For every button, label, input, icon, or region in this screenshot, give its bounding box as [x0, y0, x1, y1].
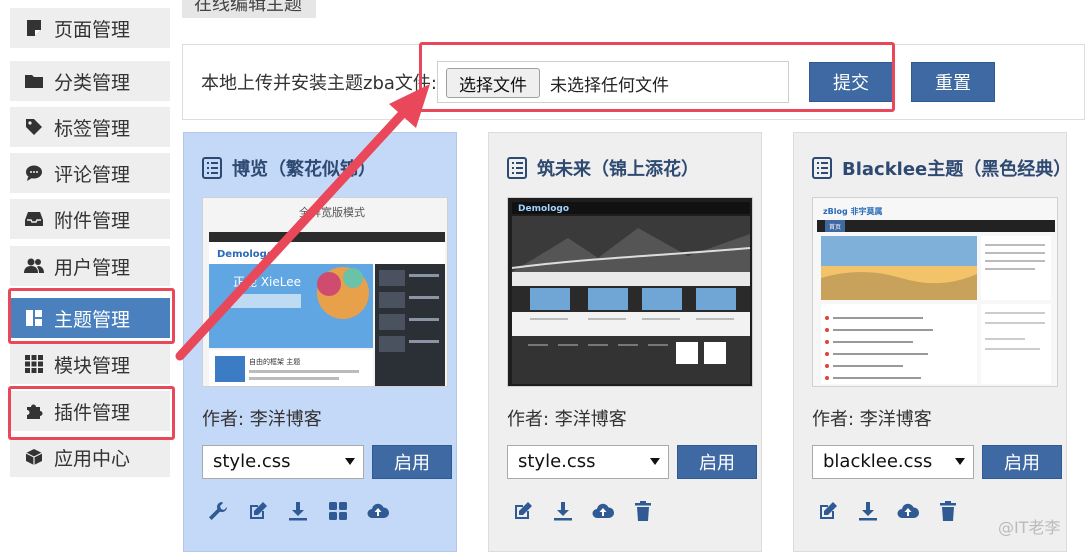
watermark: @IT老李 [998, 518, 1061, 537]
theme-upload-form: 本地上传并安装主题zba文件: 选择文件 未选择任何文件 提交 重置 [182, 44, 1085, 120]
select-value: style.css [518, 451, 596, 472]
upload-label: 本地上传并安装主题zba文件: [201, 73, 437, 94]
select-value: style.css [213, 451, 291, 472]
list-icon [202, 157, 222, 179]
trash-icon[interactable] [623, 497, 663, 525]
thumb-logo: Demologo [518, 204, 569, 214]
sidebar-item-label: 页面管理 [54, 18, 131, 41]
inbox-icon [24, 209, 44, 229]
sidebar-item-comments[interactable]: 评论管理 [10, 153, 170, 193]
chevron-down-icon [650, 458, 660, 465]
theme-card-blacklee[interactable]: Blacklee主题（黑色经典） zBlog 非宇莫属 首页 作者: 李洋博客 … [793, 132, 1071, 552]
download-icon[interactable] [848, 497, 888, 525]
enable-button[interactable]: 启用 [372, 445, 452, 479]
theme-author: 作者: 李洋博客 [812, 409, 932, 430]
sidebar-item-attachments[interactable]: 附件管理 [10, 199, 170, 239]
theme-title: Blacklee主题（黑色经典） [812, 155, 1071, 181]
sidebar-item-label: 分类管理 [54, 71, 131, 94]
file-status: 未选择任何文件 [550, 76, 669, 96]
theme-author: 作者: 李洋博客 [507, 409, 627, 430]
thumb-logo: Demologo [217, 249, 274, 260]
puzzle-icon [24, 401, 44, 421]
thumb-slogan: 正能 XieLee [233, 275, 301, 289]
enable-button[interactable]: 启用 [677, 445, 757, 479]
thumb-banner-text: 全屏宽版模式 [299, 205, 365, 219]
theme-title: 筑未来（锦上添花） [507, 155, 699, 181]
sidebar: 页面管理 分类管理 标签管理 评论管理 附件管理 用户管理 主题管理 模块管理 … [0, 0, 172, 552]
list-icon [507, 157, 527, 179]
modules-icon[interactable] [318, 497, 358, 525]
comment-icon [24, 163, 44, 183]
sidebar-item-label: 应用中心 [54, 447, 131, 470]
users-icon [24, 256, 44, 276]
cloud-upload-icon[interactable] [583, 497, 623, 525]
chevron-down-icon [955, 458, 965, 465]
page-icon [24, 18, 44, 38]
theme-title-text: Blacklee主题（黑色经典） [842, 159, 1072, 180]
sidebar-item-label: 插件管理 [54, 401, 131, 424]
sidebar-item-label: 标签管理 [54, 117, 131, 140]
cloud-upload-icon[interactable] [888, 497, 928, 525]
chevron-down-icon [345, 458, 355, 465]
list-icon [812, 157, 832, 179]
edit-icon[interactable] [503, 497, 543, 525]
edit-icon[interactable] [808, 497, 848, 525]
reset-button[interactable]: 重置 [911, 62, 995, 102]
thumb-tab: 首页 [829, 223, 841, 231]
theme-preview-image: 全屏宽版模式 Demologo 正能 XieLee 自由的框架 主题 [202, 197, 448, 387]
sidebar-item-pages[interactable]: 页面管理 [10, 8, 170, 48]
file-input[interactable]: 选择文件 未选择任何文件 [437, 61, 789, 103]
sidebar-item-users[interactable]: 用户管理 [10, 246, 170, 286]
theme-card-zhuweilai[interactable]: 筑未来（锦上添花） Demologo 作者: 李洋博客 style.css 启用 [488, 132, 762, 552]
box-icon [24, 447, 44, 467]
sidebar-item-label: 用户管理 [54, 256, 131, 279]
theme-author: 作者: 李洋博客 [202, 409, 322, 430]
submit-button[interactable]: 提交 [809, 62, 893, 102]
theme-title-text: 筑未来（锦上添花） [537, 159, 699, 180]
sidebar-item-tags[interactable]: 标签管理 [10, 107, 170, 147]
stylesheet-select[interactable]: blacklee.css [812, 445, 974, 479]
stylesheet-select[interactable]: style.css [202, 445, 364, 479]
sidebar-item-label: 评论管理 [54, 163, 131, 186]
theme-icon [24, 308, 44, 328]
sidebar-item-label: 主题管理 [54, 308, 131, 331]
sidebar-item-app-center[interactable]: 应用中心 [10, 437, 170, 477]
sidebar-item-label: 附件管理 [54, 209, 131, 232]
tab-label: 在线编辑主题 [194, 0, 302, 15]
tag-icon [24, 117, 44, 137]
select-value: blacklee.css [823, 451, 933, 472]
sidebar-item-categories[interactable]: 分类管理 [10, 61, 170, 101]
sidebar-item-plugins[interactable]: 插件管理 [10, 391, 170, 431]
theme-title-text: 博览（繁花似锦） [232, 159, 376, 180]
sidebar-item-modules[interactable]: 模块管理 [10, 344, 170, 384]
thumb-feature-text: 自由的框架 主题 [249, 357, 300, 366]
theme-preview-image: zBlog 非宇莫属 首页 [812, 197, 1058, 387]
download-icon[interactable] [278, 497, 318, 525]
wrench-icon[interactable] [198, 497, 238, 525]
sidebar-item-label: 模块管理 [54, 354, 131, 377]
enable-button[interactable]: 启用 [982, 445, 1062, 479]
theme-tools [198, 497, 398, 525]
choose-file-button[interactable]: 选择文件 [446, 68, 540, 98]
theme-card-bolan[interactable]: 博览（繁花似锦） 全屏宽版模式 Demologo 正能 XieLee 自由的框架… [183, 132, 457, 552]
edit-icon[interactable] [238, 497, 278, 525]
theme-tools [808, 497, 968, 525]
cloud-upload-icon[interactable] [358, 497, 398, 525]
tab-online-edit-theme[interactable]: 在线编辑主题 [182, 0, 316, 18]
stylesheet-select[interactable]: style.css [507, 445, 669, 479]
download-icon[interactable] [543, 497, 583, 525]
theme-tools [503, 497, 663, 525]
trash-icon[interactable] [928, 497, 968, 525]
grid-icon [24, 354, 44, 374]
sidebar-item-themes[interactable]: 主题管理 [10, 298, 170, 338]
thumb-logo: zBlog 非宇莫属 [823, 206, 883, 216]
theme-title: 博览（繁花似锦） [202, 155, 376, 181]
folder-icon [24, 71, 44, 91]
theme-preview-image: Demologo [507, 197, 753, 387]
